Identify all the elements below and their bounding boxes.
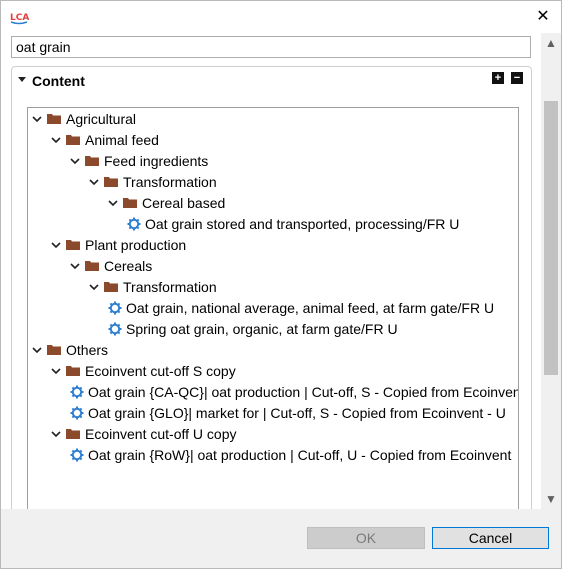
ok-button[interactable]: OK [307, 527, 425, 549]
folder-icon [66, 240, 80, 250]
chevron-down-icon[interactable] [51, 135, 61, 145]
process-gear-icon [127, 217, 141, 231]
tree-item-label: Others [66, 342, 109, 358]
content-section-header[interactable]: Content + − [12, 67, 531, 95]
section-title: Content [32, 73, 85, 89]
tree-item-label: Agricultural [66, 111, 137, 127]
tree-item-label: Oat grain {RoW}| oat production | Cut-of… [88, 447, 512, 463]
content-section: Content + − Agricultural Animal feed Feed … [11, 66, 532, 509]
process-gear-icon [108, 322, 122, 336]
tree-item-label: Animal feed [85, 132, 159, 148]
search-input[interactable]: oat grain [11, 36, 531, 58]
button-bar: OK Cancel [1, 509, 561, 568]
process-gear-icon [70, 385, 84, 399]
folder-icon [104, 282, 118, 292]
close-icon: ✕ [536, 8, 550, 25]
scroll-up-icon[interactable]: ▲ [541, 33, 561, 53]
vertical-scrollbar[interactable]: ▲ ▼ [541, 33, 561, 509]
tree-item-label: Oat grain stored and transported, proces… [145, 216, 460, 232]
tree-item-label: Plant production [85, 237, 187, 253]
content-tree[interactable]: Agricultural Animal feed Feed ingredients T… [27, 107, 519, 509]
chevron-down-icon[interactable] [70, 156, 80, 166]
chevron-down-icon[interactable] [108, 198, 118, 208]
tree-item-label: Spring oat grain, organic, at farm gate/… [126, 321, 398, 337]
folder-icon [85, 261, 99, 271]
chevron-down-icon[interactable] [51, 429, 61, 439]
chevron-down-icon[interactable] [89, 282, 99, 292]
scrollbar-thumb[interactable] [544, 101, 558, 375]
tree-item-label: Transformation [123, 279, 217, 295]
chevron-down-icon[interactable] [89, 177, 99, 187]
tree-item-label: Transformation [123, 174, 217, 190]
dialog-window: LCA ✕ oat grain Content + − Agricultural… [0, 0, 562, 569]
tree-item-label: Feed ingredients [104, 153, 209, 169]
folder-icon [66, 366, 80, 376]
tree-item-label: Cereal based [142, 195, 226, 211]
folder-icon [47, 114, 61, 124]
chevron-down-icon[interactable] [51, 240, 61, 250]
tree-item-label: Cereals [104, 258, 153, 274]
folder-icon [66, 135, 80, 145]
scroll-down-icon[interactable]: ▼ [541, 489, 561, 509]
collapse-section-icon[interactable] [18, 77, 26, 82]
chevron-down-icon[interactable] [51, 366, 61, 376]
chevron-down-icon[interactable] [32, 114, 42, 124]
tree-item-label: Oat grain {CA-QC}| oat production | Cut-… [88, 384, 519, 400]
expand-all-button[interactable]: + [492, 72, 504, 84]
tree-item-label: Ecoinvent cut-off S copy [85, 363, 236, 379]
dialog-body: oat grain Content + − Agricultural Animal… [1, 33, 541, 509]
process-gear-icon [70, 406, 84, 420]
chevron-down-icon[interactable] [70, 261, 80, 271]
collapse-all-button[interactable]: − [511, 72, 523, 84]
process-gear-icon [70, 448, 84, 462]
title-bar: LCA ✕ [1, 1, 561, 33]
tree-item-label: Oat grain, national average, animal feed… [126, 300, 495, 316]
tree-item-label: Oat grain {GLO}| market for | Cut-off, S… [88, 405, 506, 421]
close-button[interactable]: ✕ [533, 7, 553, 27]
chevron-down-icon[interactable] [32, 345, 42, 355]
cancel-button[interactable]: Cancel [432, 527, 549, 549]
folder-icon [104, 177, 118, 187]
process-gear-icon [108, 301, 122, 315]
tree-item-label: Ecoinvent cut-off U copy [85, 426, 237, 442]
folder-icon [85, 156, 99, 166]
svg-text:LCA: LCA [10, 13, 29, 23]
folder-icon [47, 345, 61, 355]
folder-icon [66, 429, 80, 439]
lca-logo-icon: LCA [10, 13, 29, 25]
folder-icon [123, 198, 137, 208]
